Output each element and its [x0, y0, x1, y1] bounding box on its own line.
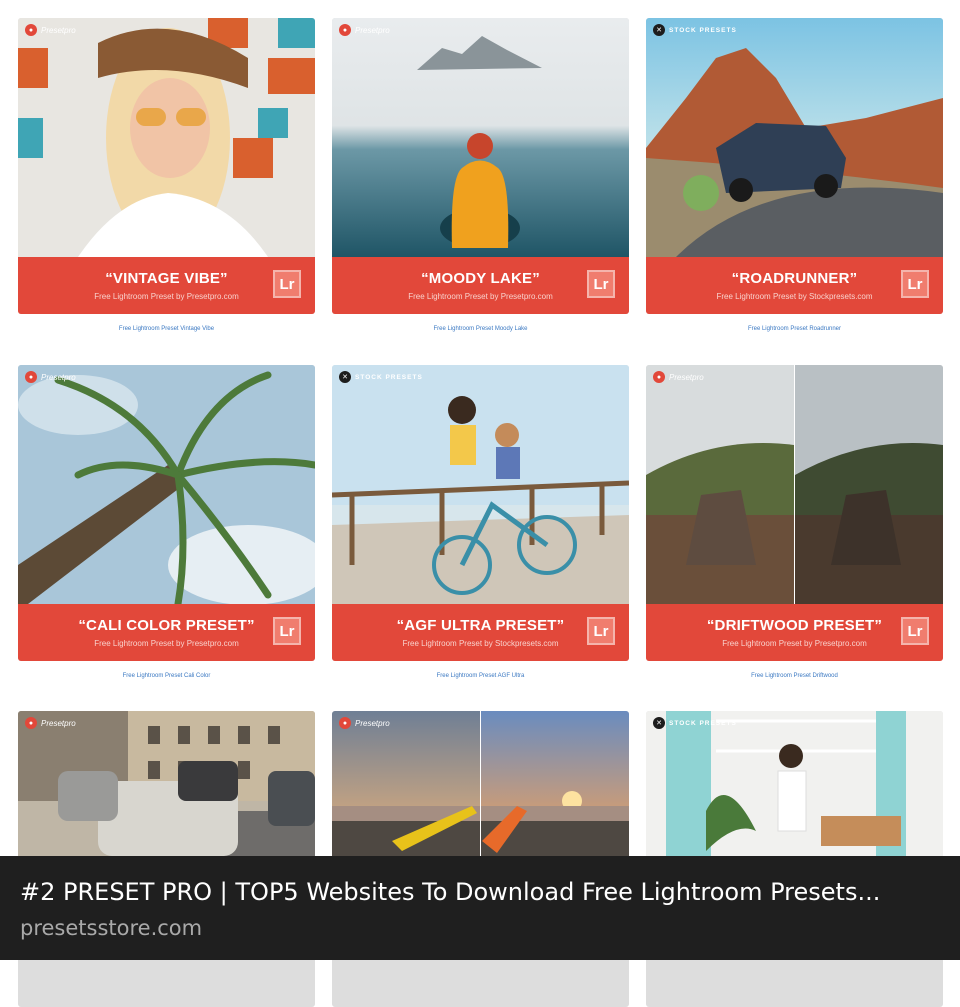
camera-icon: ●	[25, 717, 37, 729]
preset-subtitle: Free Lightroom Preset by Stockpresets.co…	[716, 292, 873, 301]
brand-mark: ● Presetpro	[653, 371, 704, 383]
camera-icon: ●	[25, 24, 37, 36]
brand-label: STOCK PRESETS	[355, 373, 423, 381]
preset-photo	[332, 365, 629, 604]
brand-mark: ✕ STOCK PRESETS	[653, 717, 737, 729]
preset-caption-link[interactable]: Free Lightroom Preset Moody Lake	[332, 326, 629, 332]
result-source-domain[interactable]: presetsstore.com	[20, 916, 202, 940]
lightroom-icon: Lr	[587, 270, 615, 298]
lightroom-icon: Lr	[587, 617, 615, 645]
preset-title: “AGF ULTRA PRESET”	[396, 617, 565, 634]
preset-photo	[332, 18, 629, 257]
camera-icon: ●	[653, 371, 665, 383]
preset-subtitle: Free Lightroom Preset by Presetpro.com	[408, 292, 553, 301]
brand-mark: ● Presetpro	[339, 717, 390, 729]
brand-mark: ● Presetpro	[25, 24, 76, 36]
preset-title: “ROADRUNNER”	[731, 270, 858, 287]
brand-label: Presetpro	[41, 718, 76, 728]
lightroom-icon: Lr	[901, 617, 929, 645]
result-title[interactable]: #2 PRESET PRO | TOP5 Websites To Downloa…	[20, 878, 880, 906]
brand-label: Presetpro	[41, 372, 76, 382]
preset-title-band: “MOODY LAKE” Free Lightroom Preset by Pr…	[332, 257, 629, 314]
preset-subtitle: Free Lightroom Preset by Presetpro.com	[94, 639, 239, 648]
brand-label: Presetpro	[41, 25, 76, 35]
brand-mark: ✕ STOCK PRESETS	[339, 371, 423, 383]
result-footer[interactable]: #2 PRESET PRO | TOP5 Websites To Downloa…	[0, 856, 960, 960]
preset-caption-link[interactable]: Free Lightroom Preset AGF Ultra	[332, 673, 629, 679]
lightroom-icon: Lr	[273, 270, 301, 298]
preset-title: “DRIFTWOOD PRESET”	[706, 617, 883, 634]
preset-caption-link[interactable]: Free Lightroom Preset Driftwood	[646, 673, 943, 679]
preset-card-cali-color[interactable]: ● Presetpro “CALI COLOR PRESET” Free Ligh…	[18, 365, 315, 661]
preset-card-roadrunner[interactable]: ✕ STOCK PRESETS “ROADRUNNER” Free Lightro…	[646, 18, 943, 314]
camera-icon: ●	[339, 717, 351, 729]
preset-title-band: “VINTAGE VIBE” Free Lightroom Preset by …	[18, 257, 315, 314]
camera-icon: ●	[339, 24, 351, 36]
brand-label: Presetpro	[669, 372, 704, 382]
stock-presets-logo-icon: ✕	[653, 717, 665, 729]
lightroom-icon: Lr	[901, 270, 929, 298]
lightroom-icon: Lr	[273, 617, 301, 645]
brand-label: Presetpro	[355, 25, 390, 35]
preset-photo	[646, 365, 943, 604]
brand-label: STOCK PRESETS	[669, 719, 737, 727]
preset-photo	[646, 18, 943, 257]
stock-presets-logo-icon: ✕	[653, 24, 665, 36]
stock-presets-logo-icon: ✕	[339, 371, 351, 383]
preset-title-band: “ROADRUNNER” Free Lightroom Preset by St…	[646, 257, 943, 314]
preset-card-agf-ultra[interactable]: ✕ STOCK PRESETS “AGF ULTRA PRESET” Free L…	[332, 365, 629, 661]
preset-grid: ● Presetpro “VINTAGE VIBE” Free Lightroom…	[0, 0, 960, 1007]
preset-title-band: “CALI COLOR PRESET” Free Lightroom Prese…	[18, 604, 315, 661]
preset-title: “VINTAGE VIBE”	[105, 270, 228, 287]
preset-card-driftwood[interactable]: ● Presetpro “DRIFTWOOD PRESET” Free Light…	[646, 365, 943, 661]
preset-photo	[18, 18, 315, 257]
preset-title: “MOODY LAKE”	[421, 270, 540, 287]
preset-subtitle: Free Lightroom Preset by Stockpresets.co…	[402, 639, 559, 648]
camera-icon: ●	[25, 371, 37, 383]
preset-card-vintage-vibe[interactable]: ● Presetpro “VINTAGE VIBE” Free Lightroom…	[18, 18, 315, 314]
brand-mark: ● Presetpro	[25, 371, 76, 383]
preset-caption-link[interactable]: Free Lightroom Preset Roadrunner	[646, 326, 943, 332]
preset-subtitle: Free Lightroom Preset by Presetpro.com	[94, 292, 239, 301]
preset-caption-link[interactable]: Free Lightroom Preset Vintage Vibe	[18, 326, 315, 332]
preset-photo	[18, 365, 315, 604]
brand-mark: ✕ STOCK PRESETS	[653, 24, 737, 36]
preset-title: “CALI COLOR PRESET”	[78, 617, 255, 634]
preset-title-band: “AGF ULTRA PRESET” Free Lightroom Preset…	[332, 604, 629, 661]
preset-card-moody-lake[interactable]: ● Presetpro “MOODY LAKE” Free Lightroom P…	[332, 18, 629, 314]
preset-title-band: “DRIFTWOOD PRESET” Free Lightroom Preset…	[646, 604, 943, 661]
preset-caption-link[interactable]: Free Lightroom Preset Cali Color	[18, 673, 315, 679]
brand-label: STOCK PRESETS	[669, 26, 737, 34]
preset-subtitle: Free Lightroom Preset by Presetpro.com	[722, 639, 867, 648]
brand-label: Presetpro	[355, 718, 390, 728]
brand-mark: ● Presetpro	[25, 717, 76, 729]
brand-mark: ● Presetpro	[339, 24, 390, 36]
